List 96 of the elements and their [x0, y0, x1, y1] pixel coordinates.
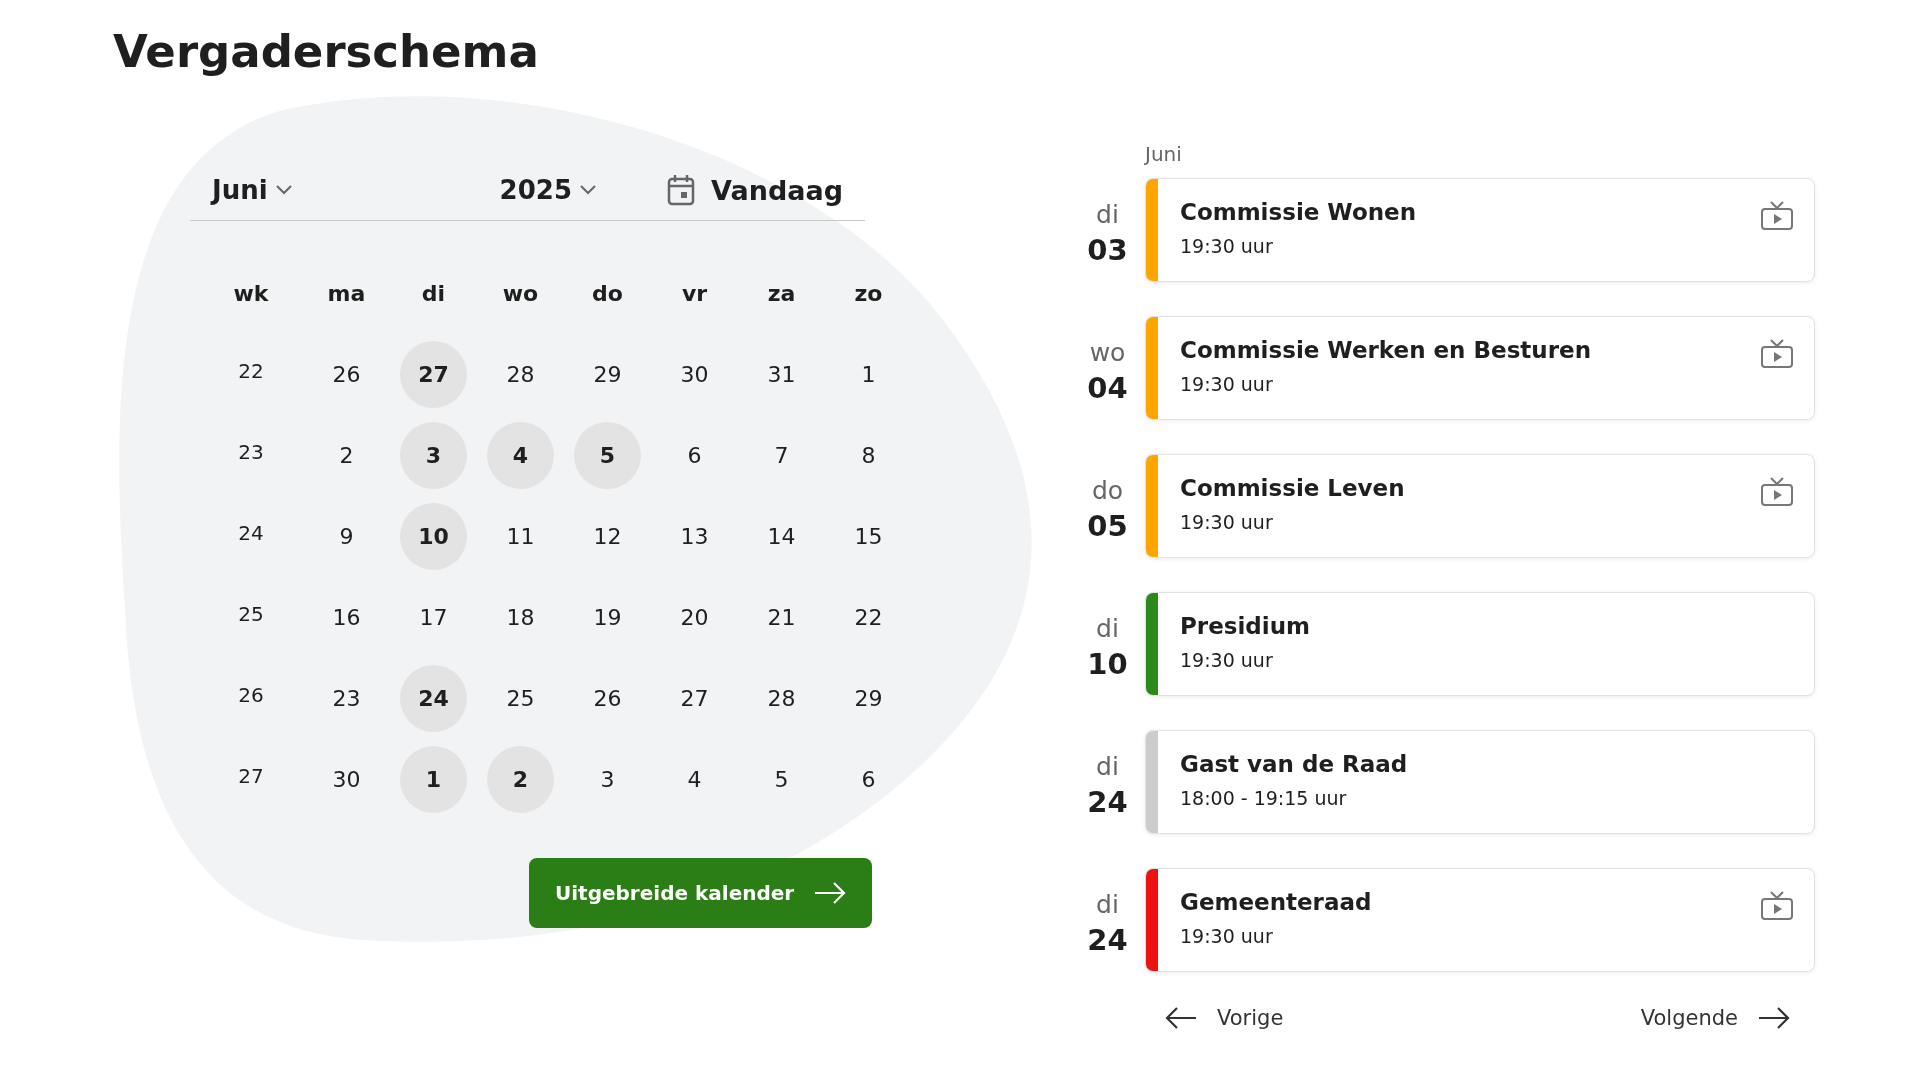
- calendar-day[interactable]: 30: [661, 341, 728, 408]
- calendar-day[interactable]: 28: [487, 341, 554, 408]
- weekday-header: za: [767, 281, 796, 306]
- calendar-day[interactable]: 1: [835, 341, 902, 408]
- event-title: Gemeenteraad: [1180, 889, 1373, 915]
- calendar-day[interactable]: 25: [487, 665, 554, 732]
- weekday-header: wk: [233, 281, 269, 306]
- event-date: 05: [1087, 508, 1128, 543]
- calendar-day[interactable]: 8: [835, 422, 902, 489]
- calendar-icon: [667, 174, 696, 206]
- calendar-day[interactable]: 22: [835, 584, 902, 651]
- calendar-day[interactable]: 15: [835, 503, 902, 570]
- event-date: 03: [1087, 232, 1128, 267]
- event-time: 19:30 uur: [1180, 235, 1274, 257]
- calendar-day[interactable]: 11: [487, 503, 554, 570]
- arrow-right-icon: [814, 882, 847, 904]
- month-dropdown[interactable]: Juni: [212, 175, 292, 205]
- event-card[interactable]: Gemeenteraad 19:30 uur: [1145, 868, 1815, 972]
- week-number: 25: [238, 601, 264, 626]
- calendar-day[interactable]: 17: [400, 584, 467, 651]
- calendar-day[interactable]: 18: [487, 584, 554, 651]
- arrow-right-icon: [1758, 1007, 1790, 1029]
- calendar-day[interactable]: 29: [574, 341, 641, 408]
- event-card[interactable]: Presidium 19:30 uur: [1145, 592, 1815, 696]
- calendar-day[interactable]: 12: [574, 503, 641, 570]
- week-number: 22: [238, 358, 264, 383]
- event-date: 24: [1087, 922, 1128, 957]
- event-date: 24: [1087, 784, 1128, 819]
- event-weekday: do: [1091, 475, 1124, 505]
- calendar-day[interactable]: 2: [313, 422, 380, 489]
- event-time: 19:30 uur: [1180, 649, 1274, 671]
- page-title: Vergaderschema: [113, 24, 540, 80]
- event-date: 04: [1087, 370, 1128, 405]
- calendar-day[interactable]: 26: [313, 341, 380, 408]
- calendar-day[interactable]: 6: [835, 746, 902, 813]
- week-number: 26: [238, 682, 264, 707]
- calendar-day[interactable]: 13: [661, 503, 728, 570]
- calendar-day[interactable]: 20: [661, 584, 728, 651]
- calendar-day[interactable]: 27: [661, 665, 728, 732]
- event-title: Presidium: [1180, 613, 1312, 639]
- event-time: 19:30 uur: [1180, 511, 1274, 533]
- calendar-day[interactable]: 29: [835, 665, 902, 732]
- tv-icon: [1760, 477, 1794, 507]
- event-card[interactable]: Commissie Leven 19:30 uur: [1145, 454, 1815, 558]
- weekday-header: wo: [502, 281, 539, 306]
- week-number: 23: [238, 439, 264, 464]
- event-weekday: di: [1096, 751, 1119, 781]
- event-time: 19:30 uur: [1180, 373, 1274, 395]
- chevron-down-icon: [580, 185, 596, 195]
- calendar-day[interactable]: 16: [313, 584, 380, 651]
- calendar-day[interactable]: 3: [574, 746, 641, 813]
- weekday-header: ma: [327, 281, 366, 306]
- calendar-day[interactable]: 31: [748, 341, 815, 408]
- calendar-day[interactable]: 23: [313, 665, 380, 732]
- year-dropdown[interactable]: 2025: [499, 175, 596, 205]
- week-number: 24: [238, 520, 264, 545]
- today-button[interactable]: Vandaag: [667, 174, 843, 206]
- calendar-day[interactable]: 5: [748, 746, 815, 813]
- calendar-day[interactable]: 28: [748, 665, 815, 732]
- calendar-day[interactable]: 9: [313, 503, 380, 570]
- event-card[interactable]: Gast van de Raad 18:00 - 19:15 uur: [1145, 730, 1815, 834]
- calendar-day[interactable]: 21: [748, 584, 815, 651]
- week-number: 27: [238, 763, 264, 788]
- weekday-header: vr: [681, 281, 708, 306]
- event-title: Gast van de Raad: [1180, 751, 1409, 777]
- calendar-day[interactable]: 26: [574, 665, 641, 732]
- next-link[interactable]: Volgende: [1640, 1006, 1790, 1030]
- event-time: 19:30 uur: [1180, 925, 1274, 947]
- event-weekday: di: [1096, 613, 1119, 643]
- calendar-day[interactable]: 4: [661, 746, 728, 813]
- weekday-header: zo: [854, 281, 883, 306]
- calendar-day[interactable]: 6: [661, 422, 728, 489]
- event-title: Commissie Werken en Besturen: [1180, 337, 1592, 363]
- calendar-day[interactable]: 7: [748, 422, 815, 489]
- weekday-header: do: [592, 281, 623, 306]
- calendar-day[interactable]: 19: [574, 584, 641, 651]
- previous-link[interactable]: Vorige: [1165, 1006, 1284, 1030]
- arrow-left-icon: [1165, 1007, 1197, 1029]
- event-time: 18:00 - 19:15 uur: [1180, 787, 1348, 809]
- tv-icon: [1760, 201, 1794, 231]
- event-card[interactable]: Commissie Wonen 19:30 uur: [1145, 178, 1815, 282]
- tv-icon: [1760, 891, 1794, 921]
- event-title: Commissie Leven: [1180, 475, 1406, 501]
- event-card[interactable]: Commissie Werken en Besturen 19:30 uur: [1145, 316, 1815, 420]
- extended-calendar-button[interactable]: Uitgebreide kalender: [529, 858, 873, 928]
- calendar-day[interactable]: 30: [313, 746, 380, 813]
- tv-icon: [1760, 339, 1794, 369]
- event-title: Commissie Wonen: [1180, 199, 1418, 225]
- weekday-header: di: [421, 281, 446, 306]
- event-date: 10: [1087, 646, 1128, 681]
- event-weekday: wo: [1089, 337, 1126, 367]
- chevron-down-icon: [275, 185, 292, 195]
- month-label: Juni: [1145, 142, 1183, 166]
- event-weekday: di: [1096, 889, 1119, 919]
- calendar-day[interactable]: 14: [748, 503, 815, 570]
- event-weekday: di: [1096, 199, 1119, 229]
